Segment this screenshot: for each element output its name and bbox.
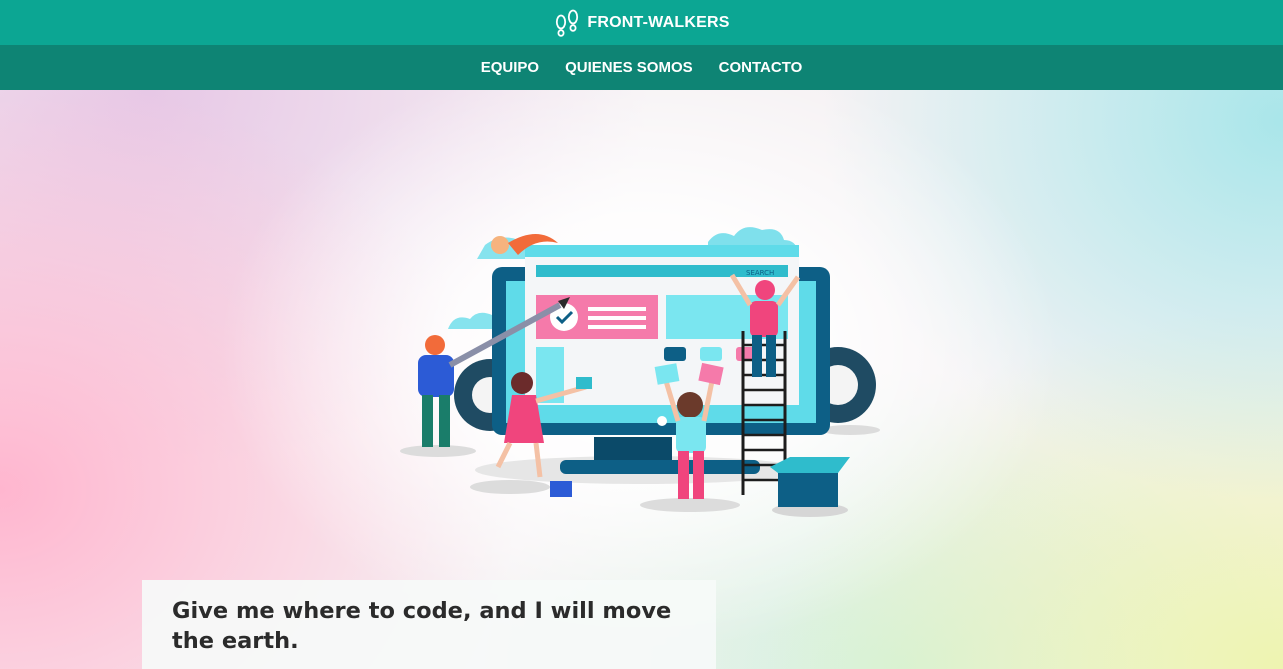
main-nav: EQUIPO QUIENES SOMOS CONTACTO xyxy=(0,45,1283,90)
brand-logo-link[interactable]: FRONT-WALKERS xyxy=(553,8,729,38)
hero-quote: Give me where to code, and I will move t… xyxy=(172,598,672,654)
top-header: FRONT-WALKERS xyxy=(0,0,1283,45)
quote-card: Give me where to code, and I will move t… xyxy=(142,580,716,669)
nav-link-quienes-somos[interactable]: QUIENES SOMOS xyxy=(565,59,693,76)
team-building-website-illustration: SEARCH xyxy=(400,227,880,517)
footprints-icon xyxy=(556,9,579,37)
nav-link-contacto[interactable]: CONTACTO xyxy=(719,59,803,76)
search-label: SEARCH xyxy=(746,269,774,277)
brand-title: FRONT-WALKERS xyxy=(587,13,730,31)
nav-link-equipo[interactable]: EQUIPO xyxy=(481,59,539,76)
hero-section: SEARCH Give me where to code, and I will… xyxy=(0,90,1283,669)
